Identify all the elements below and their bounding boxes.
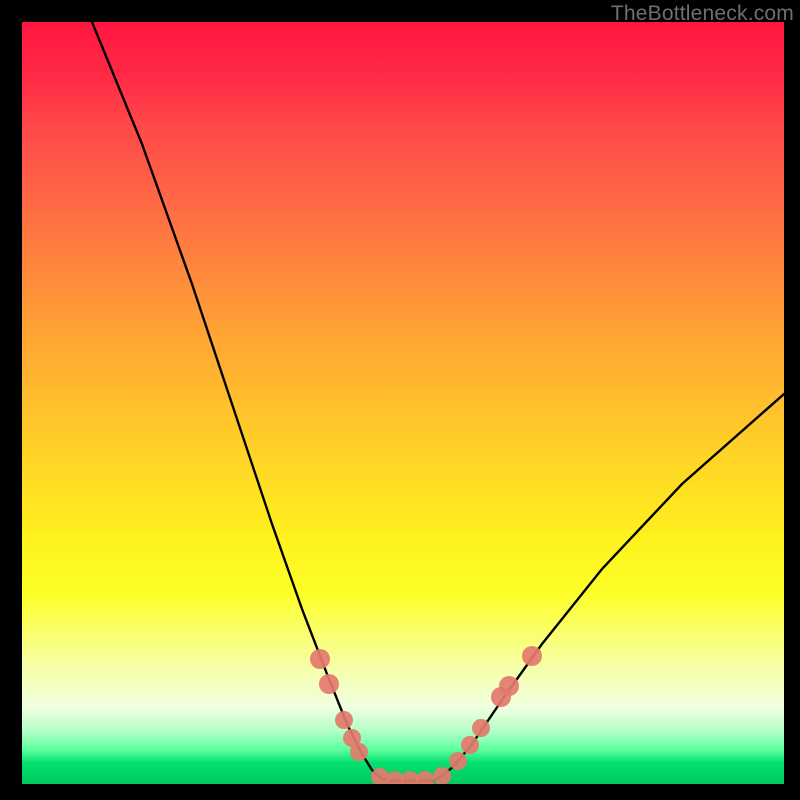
bottleneck-curve (92, 22, 784, 781)
curve-dot (461, 736, 479, 754)
plot-area (22, 22, 784, 784)
curve-dot (319, 674, 339, 694)
curve-dot (335, 711, 353, 729)
curve-dot (310, 649, 330, 669)
watermark-text: TheBottleneck.com (611, 2, 794, 26)
marker-group (310, 646, 542, 784)
curve-dot (499, 676, 519, 696)
curve-dot (472, 719, 490, 737)
curve-svg (22, 22, 784, 784)
curve-dot (522, 646, 542, 666)
chart-frame: TheBottleneck.com (0, 0, 800, 800)
curve-dot (416, 771, 434, 784)
curve-dot (350, 743, 368, 761)
curve-dot (449, 752, 467, 770)
